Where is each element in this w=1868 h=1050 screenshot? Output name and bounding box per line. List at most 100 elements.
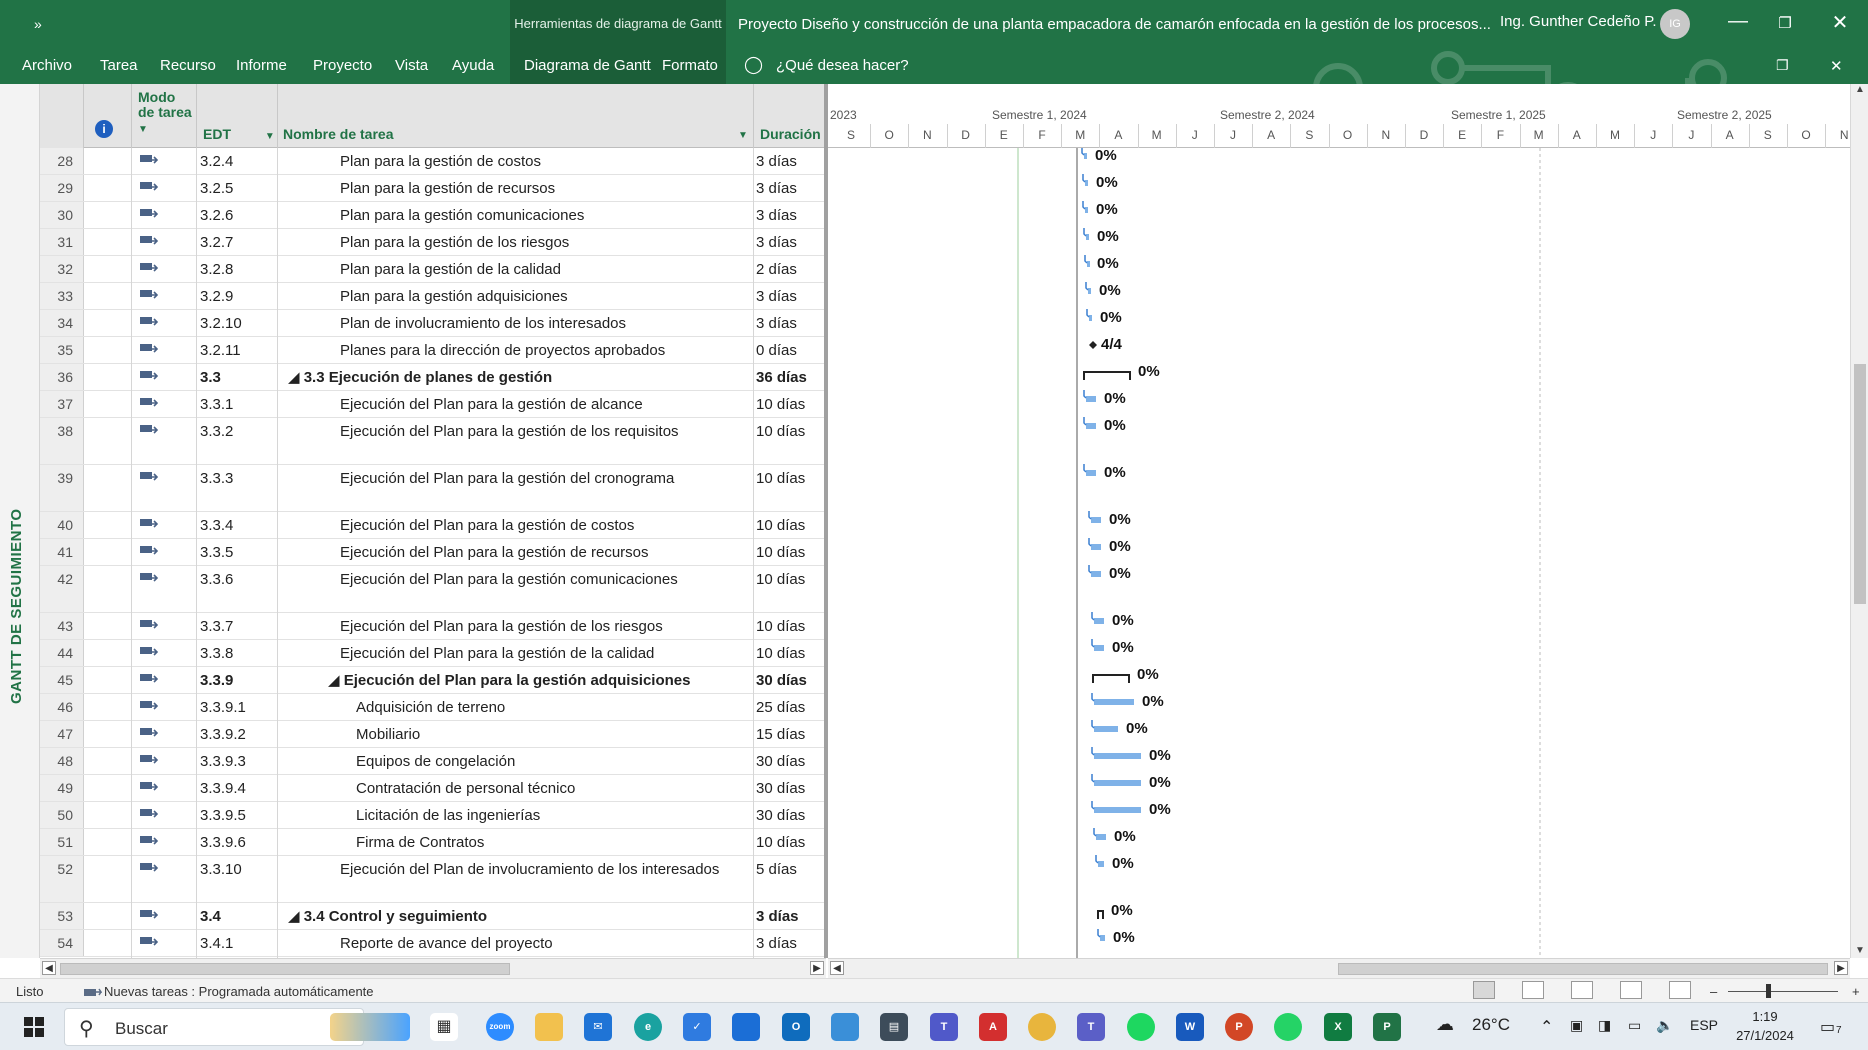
duration-cell[interactable]: 10 días [756, 512, 805, 539]
task-name-cell[interactable]: Ejecución del Plan para la gestión de al… [340, 391, 643, 418]
timescale[interactable]: 2023 Semestre 1, 2024 Semestre 2, 2024 Seme… [828, 84, 1850, 148]
notifications-icon[interactable]: ▭ [1820, 1017, 1835, 1037]
table-row[interactable]: 43 3.3.7 Ejecución del Plan para la gestió… [40, 613, 826, 640]
edt-cell[interactable]: 3.4 [200, 903, 221, 930]
spotify-icon[interactable] [1127, 1013, 1155, 1041]
timescale-month[interactable]: S [1290, 128, 1328, 142]
duration-cell[interactable]: 3 días [756, 310, 797, 337]
edt-cell[interactable]: 3.3.3 [200, 465, 233, 492]
task-name-cell[interactable]: Plan para la gestión de la calidad [340, 256, 561, 283]
calculator-icon[interactable]: ▤ [880, 1013, 908, 1041]
row-number[interactable]: 45 [40, 667, 84, 693]
timescale-month[interactable]: E [985, 128, 1023, 142]
team-planner-icon[interactable] [1571, 981, 1593, 999]
duration-cell[interactable]: 3 días [756, 283, 797, 310]
timescale-month[interactable]: O [870, 128, 908, 142]
chevron-down-icon[interactable]: ▼ [738, 130, 748, 141]
tab-formato[interactable]: Formato [662, 57, 718, 74]
row-number[interactable]: 53 [40, 903, 84, 929]
edt-cell[interactable]: 3.2.4 [200, 148, 233, 175]
meet-icon[interactable]: ◨ [1598, 1017, 1611, 1034]
chrome-icon[interactable] [1028, 1013, 1056, 1041]
gantt-bars[interactable]: 0%0%0%0%0%0%0%4/40%0%0%0%0%0%0%0%0%0%0%0… [828, 148, 1850, 958]
timescale-month[interactable]: A [1099, 128, 1137, 142]
table-row[interactable]: 33 3.2.9 Plan para la gestión adquisicione… [40, 283, 826, 310]
search-highlight-icon[interactable] [330, 1013, 410, 1041]
edt-cell[interactable]: 3.3.9.2 [200, 721, 246, 748]
column-divider[interactable] [196, 84, 197, 148]
edt-cell[interactable]: 3.3.4 [200, 512, 233, 539]
row-number[interactable]: 38 [40, 418, 84, 464]
excel-icon[interactable]: X [1324, 1013, 1352, 1041]
row-number[interactable]: 44 [40, 640, 84, 666]
task-usage-icon[interactable] [1522, 981, 1544, 999]
table-row[interactable]: 45 3.3.9 ◢ Ejecución del Plan para la gest… [40, 667, 826, 694]
clock[interactable]: 1:19 27/1/2024 [1730, 1007, 1800, 1045]
table-row[interactable]: 28 3.2.4 Plan para la gestión de costos 3 d… [40, 148, 826, 175]
task-name-cell[interactable]: Ejecución del Plan para la gestión del c… [340, 465, 674, 492]
user-name[interactable]: Ing. Gunther Cedeño P. [1500, 13, 1657, 30]
teams-classic-icon[interactable]: T [1077, 1013, 1105, 1041]
scroll-up-icon[interactable]: ▲ [1853, 84, 1867, 95]
timescale-month[interactable]: J [1672, 128, 1710, 142]
restore-button[interactable]: ❐ [1765, 14, 1805, 32]
task-name-cell[interactable]: Ejecución del Plan para la gestión de co… [340, 512, 634, 539]
table-row[interactable]: 46 3.3.9.1 Adquisición de terreno 25 días [40, 694, 826, 721]
timescale-month[interactable]: F [1481, 128, 1519, 142]
task-name-cell[interactable]: Plan de involucramiento de los interesad… [340, 310, 626, 337]
tab-informe[interactable]: Informe [236, 57, 287, 74]
task-name-cell[interactable]: Ejecución del Plan para la gestión de lo… [340, 613, 663, 640]
task-view-icon[interactable]: ▦ [430, 1013, 458, 1041]
timescale-month[interactable]: M [1520, 128, 1558, 142]
scroll-thumb[interactable] [60, 963, 510, 975]
row-number[interactable]: 29 [40, 175, 84, 201]
duration-cell[interactable]: 10 días [756, 613, 805, 640]
row-number[interactable]: 49 [40, 775, 84, 801]
task-name-cell[interactable]: ◢ 3.3 Ejecución de planes de gestión [288, 364, 552, 391]
windows-start-icon[interactable] [24, 1017, 44, 1037]
table-row[interactable]: 36 3.3 ◢ 3.3 Ejecución de planes de gestió… [40, 364, 826, 391]
table-row[interactable]: 49 3.3.9.4 Contratación de personal técnic… [40, 775, 826, 802]
duration-cell[interactable]: 10 días [756, 418, 805, 445]
duration-cell[interactable]: 3 días [756, 148, 797, 175]
edt-cell[interactable]: 3.3 [200, 364, 221, 391]
duration-cell[interactable]: 2 días [756, 256, 797, 283]
edt-cell[interactable]: 3.4.1 [200, 930, 233, 957]
task-name-cell[interactable]: ◢ 3.4 Control y seguimiento [288, 903, 487, 930]
column-header-nombre[interactable]: Nombre de tarea [283, 126, 393, 142]
table-row[interactable]: 42 3.3.6 Ejecución del Plan para la gestió… [40, 566, 826, 613]
timescale-month[interactable]: N [1825, 128, 1850, 142]
timescale-month[interactable]: S [1749, 128, 1787, 142]
duration-cell[interactable]: 5 días [756, 856, 797, 883]
close-button[interactable]: ✕ [1820, 10, 1860, 35]
minimize-button[interactable]: — [1718, 10, 1758, 33]
edt-cell[interactable]: 3.3.9.3 [200, 748, 246, 775]
word-icon[interactable]: W [1176, 1013, 1204, 1041]
task-name-cell[interactable]: Planes para la dirección de proyectos ap… [340, 337, 665, 364]
task-name-cell[interactable]: Ejecución del Plan para la gestión de lo… [340, 418, 679, 445]
gantt-view-icon[interactable] [1473, 981, 1495, 999]
task-name-cell[interactable]: Mobiliario [356, 721, 420, 748]
table-row[interactable]: 41 3.3.5 Ejecución del Plan para la gestió… [40, 539, 826, 566]
edt-cell[interactable]: 3.3.5 [200, 539, 233, 566]
acrobat-icon[interactable]: A [979, 1013, 1007, 1041]
duration-cell[interactable]: 10 días [756, 640, 805, 667]
timescale-month[interactable]: D [1405, 128, 1443, 142]
timescale-month[interactable]: S [832, 128, 870, 142]
select-all-corner[interactable] [40, 84, 84, 148]
duration-cell[interactable]: 3 días [756, 202, 797, 229]
timescale-month[interactable]: F [1023, 128, 1061, 142]
timescale-month[interactable]: A [1252, 128, 1290, 142]
tab-recurso[interactable]: Recurso [160, 57, 216, 74]
lightbulb-icon[interactable]: ◯ [744, 55, 763, 75]
edt-cell[interactable]: 3.2.8 [200, 256, 233, 283]
scroll-right-icon[interactable]: ▶ [1834, 961, 1848, 975]
row-number[interactable]: 39 [40, 465, 84, 511]
row-number[interactable]: 42 [40, 566, 84, 612]
outlook-icon[interactable]: O [782, 1013, 810, 1041]
task-name-cell[interactable]: Plan para la gestión comunicaciones [340, 202, 584, 229]
zoom-slider-thumb[interactable] [1766, 984, 1771, 998]
duration-cell[interactable]: 36 días [756, 364, 807, 391]
duration-cell[interactable]: 10 días [756, 391, 805, 418]
duration-cell[interactable]: 3 días [756, 930, 797, 957]
